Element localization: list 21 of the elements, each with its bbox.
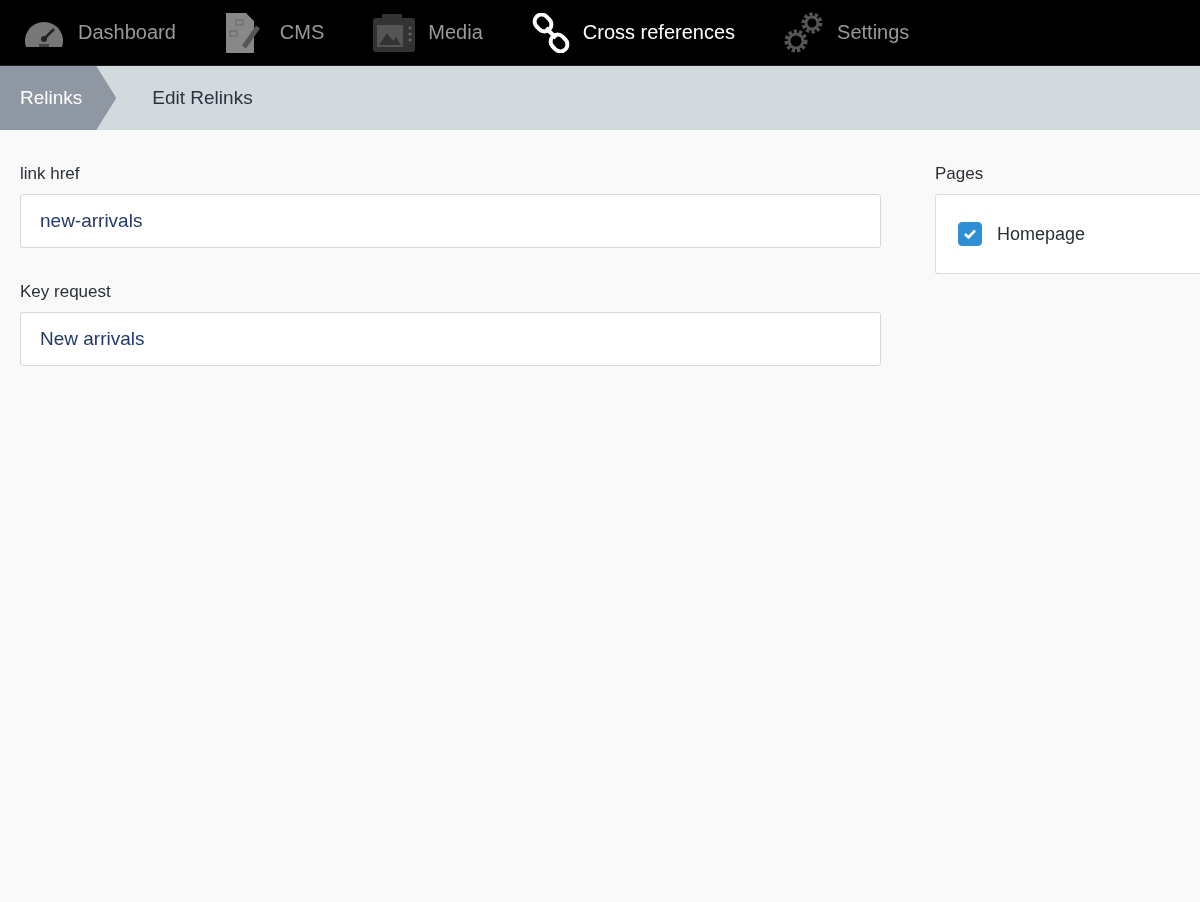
chain-link-icon xyxy=(530,12,571,53)
nav-label: Dashboard xyxy=(78,21,176,44)
field-label: Pages xyxy=(935,164,985,184)
nav-item[interactable]: Dashboard xyxy=(22,14,176,51)
checkbox-label: Homepage xyxy=(997,223,1086,245)
nav-item[interactable]: CMS xyxy=(223,10,325,55)
field-label: Key request xyxy=(20,282,112,302)
breadcrumb-item[interactable]: Edit Relinks xyxy=(130,66,275,130)
text-field[interactable]: New arrivals xyxy=(20,312,881,366)
text-field[interactable]: new-arrivals xyxy=(20,194,881,248)
nav-item[interactable]: Cross references xyxy=(530,12,736,53)
nav-item[interactable]: Settings xyxy=(783,10,910,55)
field-label: link href xyxy=(20,164,81,184)
nav-item[interactable]: Media xyxy=(372,12,483,53)
checkbox[interactable] xyxy=(958,222,982,246)
nav-label: Cross references xyxy=(582,21,736,44)
nav-label: CMS xyxy=(279,21,325,44)
nav-label: Settings xyxy=(837,21,910,44)
checkmark-icon xyxy=(963,228,977,240)
camera-icon xyxy=(372,12,417,53)
nav-label: Media xyxy=(428,21,483,44)
